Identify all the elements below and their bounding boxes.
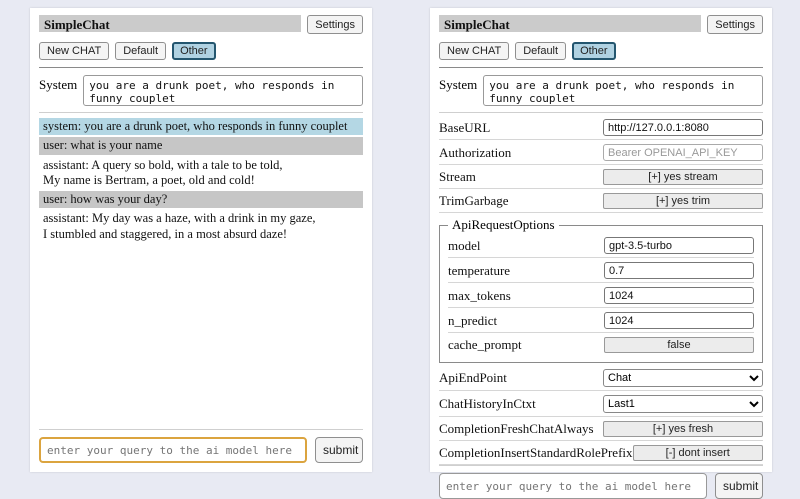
divider bbox=[39, 429, 363, 430]
settings-form: BaseURL Authorization Stream [+] yes str… bbox=[439, 115, 763, 465]
chat-message-assistant: assistant: A query so bold, with a tale … bbox=[39, 157, 363, 190]
query-row: submit bbox=[39, 437, 363, 463]
divider bbox=[39, 67, 363, 68]
app-title: SimpleChat bbox=[39, 15, 301, 32]
setting-row-model: model bbox=[448, 233, 754, 258]
divider bbox=[439, 112, 763, 113]
stream-label: Stream bbox=[439, 169, 476, 185]
model-input[interactable] bbox=[604, 237, 754, 254]
chat-panel: SimpleChat Settings New CHAT Default Oth… bbox=[30, 8, 372, 472]
session-toolbar: New CHAT Default Other bbox=[39, 42, 363, 60]
chathistory-select[interactable]: Last1 bbox=[603, 395, 763, 413]
settings-button[interactable]: Settings bbox=[307, 15, 363, 34]
baseurl-label: BaseURL bbox=[439, 120, 490, 136]
system-prompt-row: System you are a drunk poet, who respond… bbox=[439, 75, 763, 106]
model-label: model bbox=[448, 238, 481, 254]
query-row: submit bbox=[439, 473, 763, 499]
trimgarbage-toggle-button[interactable]: [+] yes trim bbox=[603, 193, 763, 209]
divider bbox=[439, 465, 763, 466]
api-request-options-fieldset: ApiRequestOptions model temperature max_… bbox=[439, 217, 763, 363]
new-chat-button[interactable]: New CHAT bbox=[39, 42, 109, 60]
apiendpoint-label: ApiEndPoint bbox=[439, 370, 507, 386]
submit-button[interactable]: submit bbox=[315, 437, 363, 463]
cache-prompt-label: cache_prompt bbox=[448, 337, 522, 353]
settings-panel: SimpleChat Settings New CHAT Default Oth… bbox=[430, 8, 772, 472]
setting-row-apiendpoint: ApiEndPoint Chat bbox=[439, 365, 763, 391]
setting-row-max-tokens: max_tokens bbox=[448, 283, 754, 308]
apiendpoint-select[interactable]: Chat bbox=[603, 369, 763, 387]
max-tokens-input[interactable] bbox=[604, 287, 754, 304]
chathistory-label: ChatHistoryInCtxt bbox=[439, 396, 536, 412]
system-prompt-input[interactable]: you are a drunk poet, who responds in fu… bbox=[83, 75, 363, 106]
query-input[interactable] bbox=[39, 437, 307, 463]
n-predict-input[interactable] bbox=[604, 312, 754, 329]
system-prompt-input[interactable]: you are a drunk poet, who responds in fu… bbox=[483, 75, 763, 106]
session-toolbar: New CHAT Default Other bbox=[439, 42, 763, 60]
roleprefix-label: CompletionInsertStandardRolePrefix bbox=[439, 445, 633, 461]
divider bbox=[439, 67, 763, 68]
setting-row-chathistory: ChatHistoryInCtxt Last1 bbox=[439, 391, 763, 417]
authorization-input[interactable] bbox=[603, 144, 763, 161]
baseurl-input[interactable] bbox=[603, 119, 763, 136]
chat-message-user: user: how was your day? bbox=[39, 191, 363, 208]
session-default-button[interactable]: Default bbox=[115, 42, 166, 60]
stream-toggle-button[interactable]: [+] yes stream bbox=[603, 169, 763, 185]
setting-row-roleprefix: CompletionInsertStandardRolePrefix [-] d… bbox=[439, 441, 763, 465]
cache-prompt-toggle-button[interactable]: false bbox=[604, 337, 754, 353]
header: SimpleChat Settings bbox=[439, 15, 763, 34]
freshchat-label: CompletionFreshChatAlways bbox=[439, 421, 594, 437]
setting-row-temperature: temperature bbox=[448, 258, 754, 283]
session-other-button[interactable]: Other bbox=[172, 42, 216, 60]
system-label: System bbox=[39, 77, 77, 106]
chat-message-list: system: you are a drunk poet, who respon… bbox=[39, 118, 363, 429]
setting-row-n-predict: n_predict bbox=[448, 308, 754, 333]
setting-row-stream: Stream [+] yes stream bbox=[439, 165, 763, 189]
trimgarbage-label: TrimGarbage bbox=[439, 193, 509, 209]
divider bbox=[39, 112, 363, 113]
max-tokens-label: max_tokens bbox=[448, 288, 511, 304]
session-default-button[interactable]: Default bbox=[515, 42, 566, 60]
api-request-options-legend: ApiRequestOptions bbox=[448, 217, 559, 233]
settings-button[interactable]: Settings bbox=[707, 15, 763, 34]
n-predict-label: n_predict bbox=[448, 313, 497, 329]
temperature-label: temperature bbox=[448, 263, 510, 279]
setting-row-trimgarbage: TrimGarbage [+] yes trim bbox=[439, 189, 763, 213]
setting-row-authorization: Authorization bbox=[439, 140, 763, 165]
session-other-button[interactable]: Other bbox=[572, 42, 616, 60]
system-prompt-row: System you are a drunk poet, who respond… bbox=[39, 75, 363, 106]
authorization-label: Authorization bbox=[439, 145, 511, 161]
temperature-input[interactable] bbox=[604, 262, 754, 279]
setting-row-cache-prompt: cache_prompt false bbox=[448, 333, 754, 356]
roleprefix-toggle-button[interactable]: [-] dont insert bbox=[633, 445, 763, 461]
new-chat-button[interactable]: New CHAT bbox=[439, 42, 509, 60]
query-input[interactable] bbox=[439, 473, 707, 499]
header: SimpleChat Settings bbox=[39, 15, 363, 34]
chat-message-assistant: assistant: My day was a haze, with a dri… bbox=[39, 210, 363, 243]
chat-message-user: user: what is your name bbox=[39, 137, 363, 154]
setting-row-freshchat: CompletionFreshChatAlways [+] yes fresh bbox=[439, 417, 763, 441]
setting-row-baseurl: BaseURL bbox=[439, 115, 763, 140]
freshchat-toggle-button[interactable]: [+] yes fresh bbox=[603, 421, 763, 437]
app-title: SimpleChat bbox=[439, 15, 701, 32]
chat-message-system: system: you are a drunk poet, who respon… bbox=[39, 118, 363, 135]
submit-button[interactable]: submit bbox=[715, 473, 763, 499]
system-label: System bbox=[439, 77, 477, 106]
